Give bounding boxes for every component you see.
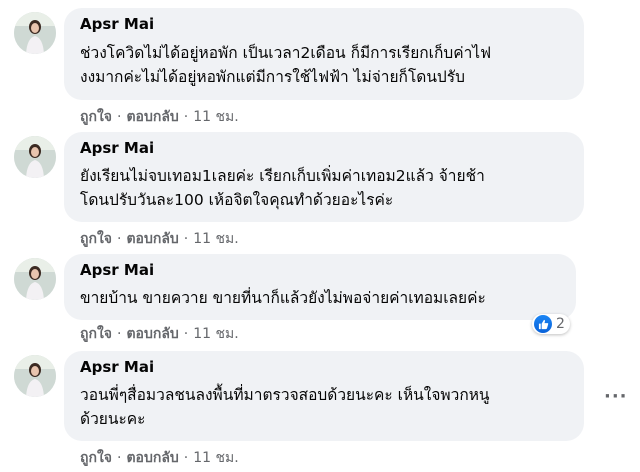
reply-link[interactable]: ตอบกลับ xyxy=(126,450,178,466)
like-link[interactable]: ถูกใจ xyxy=(80,231,112,247)
comment-text-line: ขายบ้าน ขายควาย ขายที่นาก็แล้วยังไม่พอจ่… xyxy=(80,289,486,307)
comment-bubble: Apsr Mai ยังเรียนไม่จบเทอม1เลยค่ะ เรียกเ… xyxy=(64,132,584,222)
separator: · xyxy=(183,450,189,466)
comment-author[interactable]: Apsr Mai xyxy=(80,358,570,377)
comment-actions: ถูกใจ · ตอบกลับ · 11 ชม. xyxy=(80,325,239,343)
like-link[interactable]: ถูกใจ xyxy=(80,109,112,125)
comment-timestamp[interactable]: 11 ชม. xyxy=(193,450,238,466)
comment-author[interactable]: Apsr Mai xyxy=(80,15,570,34)
comment-actions: ถูกใจ · ตอบกลับ · 11 ชม. xyxy=(80,108,239,126)
avatar[interactable] xyxy=(14,355,56,397)
comment-actions: ถูกใจ · ตอบกลับ · 11 ชม. xyxy=(80,449,239,467)
separator: · xyxy=(183,231,189,247)
profile-photo-icon xyxy=(14,258,56,300)
comment-author[interactable]: Apsr Mai xyxy=(80,139,570,158)
comment-text-line: ด้วยนะคะ xyxy=(80,410,146,428)
comment-timestamp[interactable]: 11 ชม. xyxy=(193,326,238,342)
like-link[interactable]: ถูกใจ xyxy=(80,450,112,466)
reply-link[interactable]: ตอบกลับ xyxy=(126,231,178,247)
comment-bubble: Apsr Mai ขายบ้าน ขายควาย ขายที่นาก็แล้วย… xyxy=(64,254,576,320)
profile-photo-icon xyxy=(14,12,56,54)
comment-timestamp[interactable]: 11 ชม. xyxy=(193,231,238,247)
separator: · xyxy=(117,326,122,342)
like-link[interactable]: ถูกใจ xyxy=(80,326,112,342)
separator: · xyxy=(117,231,122,247)
comment-timestamp[interactable]: 11 ชม. xyxy=(193,109,238,125)
comment-actions: ถูกใจ · ตอบกลับ · 11 ชม. xyxy=(80,230,239,248)
comment-author[interactable]: Apsr Mai xyxy=(80,261,562,280)
like-thumbs-up-icon xyxy=(534,315,552,333)
comment-bubble: Apsr Mai วอนพี่ๆสื่อมวลชนลงพื้นที่มาตรวจ… xyxy=(64,351,584,441)
separator: · xyxy=(117,109,122,125)
more-options-icon[interactable]: ··· xyxy=(604,386,628,407)
profile-photo-icon xyxy=(14,136,56,178)
avatar[interactable] xyxy=(14,258,56,300)
reply-link[interactable]: ตอบกลับ xyxy=(126,326,178,342)
comment-text-line: โดนปรับวันละ100 เห้อจิตใจคุณทำด้วยอะไรค่… xyxy=(80,191,394,209)
separator: · xyxy=(117,450,122,466)
reaction-count-badge[interactable]: 2 xyxy=(532,314,570,334)
profile-photo-icon xyxy=(14,355,56,397)
reaction-count: 2 xyxy=(556,316,565,332)
comment-text-line: ช่วงโควิดไม่ได้อยู่หอพัก เป็นเวลา2เดือน … xyxy=(80,44,492,62)
avatar[interactable] xyxy=(14,136,56,178)
separator: · xyxy=(183,326,189,342)
separator: · xyxy=(183,109,189,125)
reply-link[interactable]: ตอบกลับ xyxy=(126,109,178,125)
comment-bubble: Apsr Mai ช่วงโควิดไม่ได้อยู่หอพัก เป็นเว… xyxy=(64,8,584,100)
comment-text-line: วอนพี่ๆสื่อมวลชนลงพื้นที่มาตรวจสอบด้วยนะ… xyxy=(80,386,490,404)
comment-text-line: งงมากค่ะไม่ได้อยู่หอพักแต่มีการใช้ไฟฟ้า … xyxy=(80,68,465,86)
comment-text-line: ยังเรียนไม่จบเทอม1เลยค่ะ เรียกเก็บเพิ่มค… xyxy=(80,167,485,185)
avatar[interactable] xyxy=(14,12,56,54)
